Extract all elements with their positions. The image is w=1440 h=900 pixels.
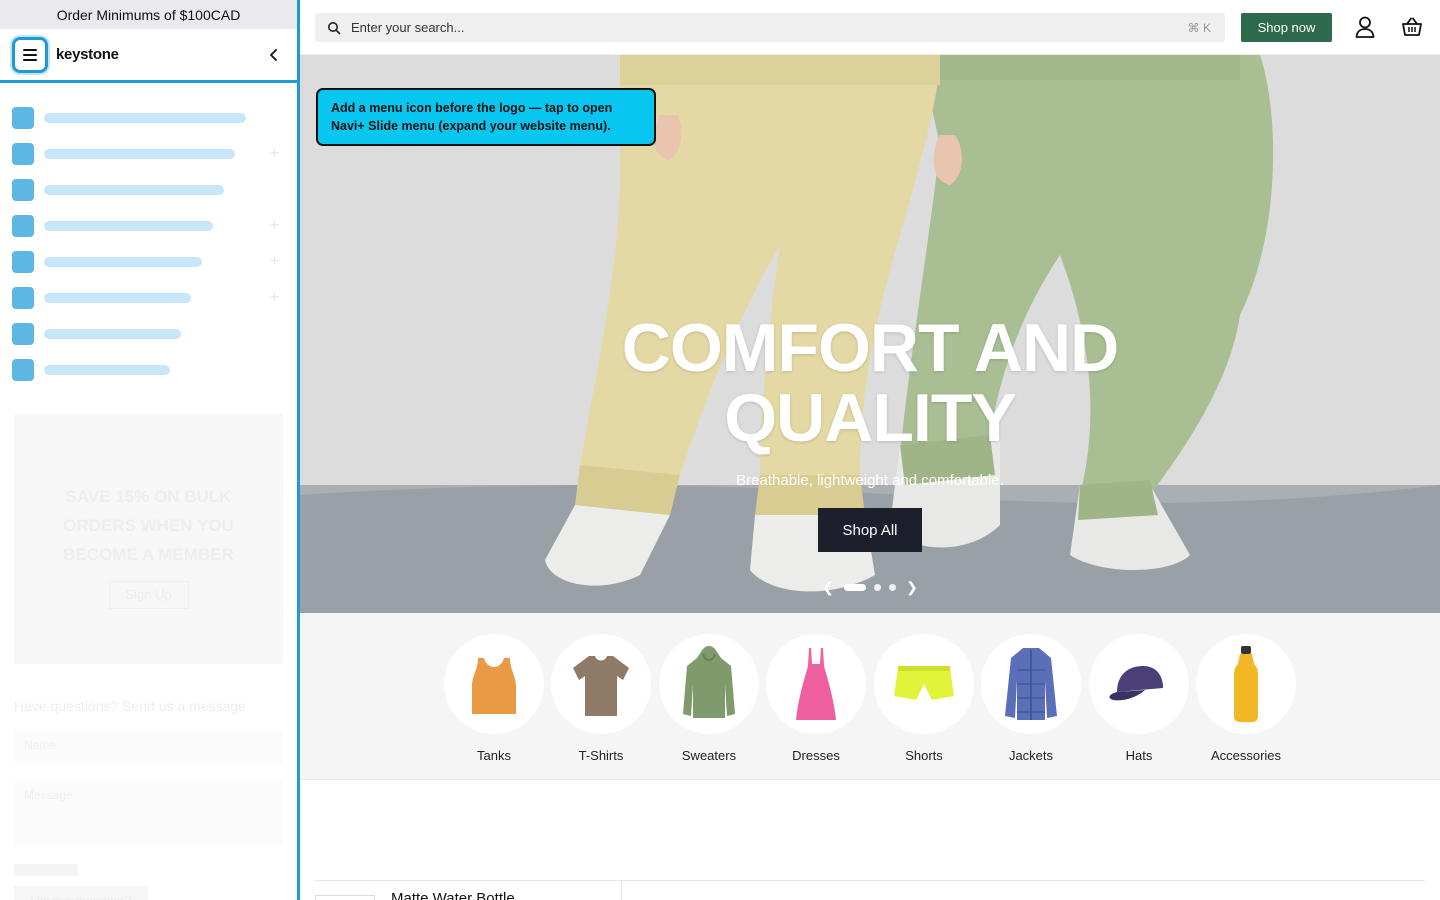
hero-title-line1: COMFORT AND (621, 310, 1119, 386)
menu-item-label-placeholder (44, 149, 235, 159)
carousel-controls: ❮ ❯ (300, 579, 1440, 596)
sidebar-menu-list: + + + + (0, 83, 297, 388)
category-label: T-Shirts (578, 748, 624, 763)
hamburger-icon (23, 48, 37, 61)
menu-item-label-placeholder (44, 221, 213, 231)
carousel-dot[interactable] (844, 584, 866, 591)
category-label: Sweaters (681, 748, 737, 763)
menu-item-icon (12, 143, 34, 165)
expand-plus-icon[interactable]: + (270, 289, 279, 307)
onboarding-tooltip: Add a menu icon before the logo — tap to… (316, 88, 656, 146)
member-promo-card: SAVE 15% ON BULK ORDERS WHEN YOU BECOME … (14, 414, 283, 664)
sidebar-menu-item[interactable] (12, 100, 285, 136)
cap-icon (1089, 634, 1189, 734)
cart-button[interactable] (1401, 16, 1423, 38)
menu-item-label-placeholder (44, 293, 191, 303)
hero-title-line2: QUALITY (724, 380, 1016, 456)
sidebar-menu-item[interactable] (12, 352, 285, 388)
expand-plus-icon[interactable]: + (270, 217, 279, 235)
category-label: Jackets (1008, 748, 1054, 763)
bottle-icon (1196, 634, 1296, 734)
menu-item-icon (12, 359, 34, 381)
divider (621, 880, 622, 900)
sidebar-header: keystone (0, 29, 297, 83)
menu-item-label-placeholder (44, 257, 202, 267)
chevron-left-icon[interactable] (267, 48, 281, 62)
carousel-dot[interactable] (874, 584, 881, 591)
category-strip: Tanks T-Shirts Sweaters Dresses Shorts Jacket… (300, 613, 1440, 780)
carousel-dot[interactable] (889, 584, 896, 591)
search-icon (328, 21, 341, 34)
category-shorts[interactable]: Shorts (874, 634, 974, 763)
menu-item-icon (12, 107, 34, 129)
jacket-icon (981, 634, 1081, 734)
shop-all-button[interactable]: Shop All (818, 508, 922, 552)
user-icon (1355, 16, 1375, 38)
menu-item-icon (12, 179, 34, 201)
category-jackets[interactable]: Jackets (981, 634, 1081, 763)
announcement-bar: Order Minimums of $100CAD (0, 0, 297, 29)
category-dresses[interactable]: Dresses (766, 634, 866, 763)
account-button[interactable] (1354, 16, 1376, 38)
sidebar-menu-item[interactable]: + (12, 280, 285, 316)
menu-item-icon (12, 287, 34, 309)
search-shortcut: ⌘ K (1187, 20, 1211, 35)
chevron-right-icon[interactable]: ❯ (904, 579, 920, 596)
menu-item-label-placeholder (44, 113, 246, 123)
announcement-text: Order Minimums of $100CAD (56, 6, 241, 23)
slide-menu: Order Minimums of $100CAD keystone + + + + … (0, 0, 300, 900)
search-input[interactable] (351, 20, 1111, 35)
menu-item-icon (12, 215, 34, 237)
menu-item-label-placeholder (44, 365, 170, 375)
menu-item-icon (12, 251, 34, 273)
sidebar-menu-item[interactable] (12, 172, 285, 208)
brand-logo[interactable]: keystone (56, 46, 119, 63)
chevron-left-icon[interactable]: ❮ (820, 579, 836, 596)
menu-item-icon (12, 323, 34, 345)
menu-item-label-placeholder (44, 329, 181, 339)
shorts-icon (874, 634, 974, 734)
product-thumbnail[interactable] (315, 895, 375, 900)
category-label: Dresses (792, 748, 840, 763)
tshirt-icon (551, 634, 651, 734)
basket-icon (1402, 17, 1422, 36)
sidebar-menu-item[interactable]: + (12, 208, 285, 244)
category-label: Hats (1125, 748, 1153, 763)
top-header: ⌘ K Shop now (300, 0, 1440, 55)
category-accessories[interactable]: Accessories (1196, 634, 1296, 763)
category-sweaters[interactable]: Sweaters (659, 634, 759, 763)
sidebar-menu-item[interactable]: + (12, 136, 285, 172)
captcha-placeholder (14, 864, 78, 876)
hoodie-icon (659, 634, 759, 734)
category-tanks[interactable]: Tanks (444, 634, 544, 763)
shop-now-button[interactable]: Shop now (1241, 13, 1332, 42)
expand-plus-icon[interactable]: + (270, 253, 279, 271)
tank-top-icon (444, 634, 544, 734)
dress-icon (766, 634, 866, 734)
hero-subtitle: Breathable, lightweight and comfortable. (736, 472, 1004, 489)
product-name[interactable]: Matte Water Bottle (391, 890, 515, 900)
ask-question-button[interactable]: Have a question? (14, 886, 148, 900)
hamburger-menu-button[interactable] (12, 36, 48, 73)
category-label: Tanks (477, 748, 511, 763)
hero-title: COMFORT AND QUALITY (300, 313, 1440, 453)
category-hats[interactable]: Hats (1089, 634, 1189, 763)
name-field[interactable]: Name (14, 730, 283, 764)
category-t-shirts[interactable]: T-Shirts (551, 634, 651, 763)
contact-form: Have questions? Send us a message Name M… (0, 698, 297, 900)
search-bar[interactable]: ⌘ K (315, 13, 1225, 42)
divider (315, 880, 1425, 881)
menu-item-label-placeholder (44, 185, 224, 195)
category-label: Shorts (905, 748, 943, 763)
message-field[interactable]: Message (14, 780, 283, 846)
sidebar-menu-item[interactable] (12, 316, 285, 352)
contact-title: Have questions? Send us a message (14, 698, 246, 714)
promo-text: SAVE 15% ON BULK ORDERS WHEN YOU BECOME … (63, 486, 234, 564)
expand-plus-icon[interactable]: + (270, 145, 279, 163)
sign-up-button[interactable]: Sign Up (108, 580, 189, 609)
sidebar-menu-item[interactable]: + (12, 244, 285, 280)
category-label: Accessories (1210, 748, 1282, 763)
